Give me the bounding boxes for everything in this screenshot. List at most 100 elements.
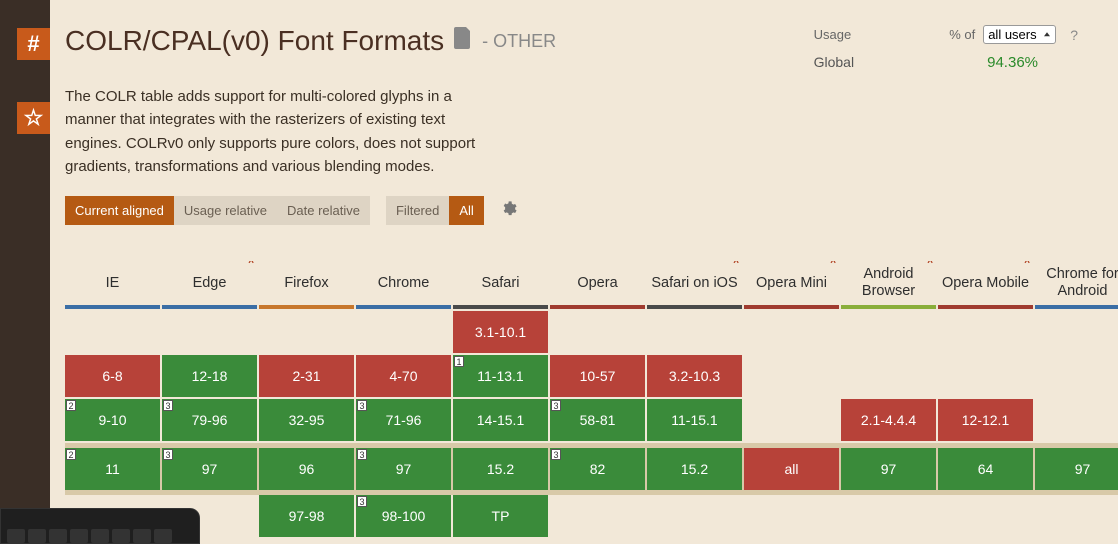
browser-header[interactable]: Opera Mini* bbox=[744, 261, 839, 305]
browser-header[interactable]: Safari bbox=[453, 261, 548, 305]
support-cell[interactable]: 3.2-10.3 bbox=[647, 355, 742, 397]
support-cell bbox=[65, 311, 160, 353]
hash-icon[interactable]: # bbox=[17, 28, 50, 60]
support-cell bbox=[744, 311, 839, 353]
support-cell bbox=[1035, 355, 1118, 397]
accent-bar bbox=[356, 305, 451, 309]
support-cell bbox=[647, 311, 742, 353]
accent-bar bbox=[65, 305, 160, 309]
browser-header[interactable]: Opera bbox=[550, 261, 645, 305]
support-cell[interactable]: 12-12.1 bbox=[938, 399, 1033, 441]
support-cell[interactable]: 10-57 bbox=[550, 355, 645, 397]
support-cell[interactable]: 3.1-10.1 bbox=[453, 311, 548, 353]
support-cell[interactable]: TP bbox=[453, 495, 548, 537]
support-cell bbox=[744, 355, 839, 397]
support-cell[interactable]: 97 bbox=[1035, 448, 1118, 490]
usage-label: Usage bbox=[814, 27, 852, 42]
support-cell[interactable]: 97-98 bbox=[259, 495, 354, 537]
feature-description: The COLR table adds support for multi-co… bbox=[65, 85, 505, 178]
support-cell[interactable]: 11-13.11 bbox=[453, 355, 548, 397]
usage-relative-button[interactable]: Usage relative bbox=[174, 196, 277, 225]
note-badge: 3 bbox=[357, 496, 367, 507]
support-cell bbox=[841, 311, 936, 353]
usage-select[interactable]: all users bbox=[983, 25, 1056, 44]
view-controls: Current aligned Usage relative Date rela… bbox=[65, 196, 1118, 225]
support-cell[interactable]: 32-95 bbox=[259, 399, 354, 441]
support-cell[interactable]: 98-1003 bbox=[356, 495, 451, 537]
pct-of-label: % of bbox=[949, 27, 975, 42]
note-badge: 2 bbox=[66, 449, 76, 460]
support-cell[interactable]: 6-8 bbox=[65, 355, 160, 397]
support-cell[interactable]: 96 bbox=[259, 448, 354, 490]
support-cell bbox=[744, 399, 839, 441]
support-cell bbox=[938, 495, 1033, 537]
browser-header[interactable]: Opera Mobile* bbox=[938, 261, 1033, 305]
support-cell[interactable]: all bbox=[744, 448, 839, 490]
note-badge: 3 bbox=[163, 449, 173, 460]
main-panel: COLR/CPAL(v0) Font Formats - OTHER Usage… bbox=[50, 0, 1118, 544]
support-cell[interactable]: 58-813 bbox=[550, 399, 645, 441]
support-cell[interactable]: 71-963 bbox=[356, 399, 451, 441]
note-badge: 2 bbox=[66, 400, 76, 411]
note-asterisk: * bbox=[1023, 261, 1031, 276]
support-cell[interactable]: 12-18 bbox=[162, 355, 257, 397]
support-cell bbox=[356, 311, 451, 353]
browser-header[interactable]: Firefox bbox=[259, 261, 354, 305]
browser-header[interactable]: IE bbox=[65, 261, 160, 305]
current-aligned-button[interactable]: Current aligned bbox=[65, 196, 174, 225]
browser-header[interactable]: Android Browser* bbox=[841, 261, 936, 305]
browser-header[interactable]: Safari on iOS* bbox=[647, 261, 742, 305]
support-cell bbox=[550, 495, 645, 537]
support-cell bbox=[841, 495, 936, 537]
support-cell[interactable]: 2-31 bbox=[259, 355, 354, 397]
filtered-button[interactable]: Filtered bbox=[386, 196, 449, 225]
accent-bar bbox=[453, 305, 548, 309]
gear-icon[interactable] bbox=[500, 200, 517, 222]
note-badge: 1 bbox=[454, 356, 464, 367]
note-badge: 3 bbox=[357, 400, 367, 411]
star-icon[interactable]: ☆ bbox=[17, 102, 50, 134]
browser-header[interactable]: Chrome for Android bbox=[1035, 261, 1118, 305]
support-cell bbox=[550, 311, 645, 353]
accent-bar bbox=[744, 305, 839, 309]
all-button[interactable]: All bbox=[449, 196, 483, 225]
accent-bar bbox=[162, 305, 257, 309]
support-cell[interactable]: 2.1-4.4.4 bbox=[841, 399, 936, 441]
note-badge: 3 bbox=[357, 449, 367, 460]
support-cell[interactable]: 9-102 bbox=[65, 399, 160, 441]
accent-bar bbox=[550, 305, 645, 309]
support-cell bbox=[938, 311, 1033, 353]
support-cell[interactable]: 4-70 bbox=[356, 355, 451, 397]
accent-bar bbox=[647, 305, 742, 309]
accent-bar bbox=[259, 305, 354, 309]
browser-header[interactable]: Chrome bbox=[356, 261, 451, 305]
support-cell[interactable]: 973 bbox=[162, 448, 257, 490]
support-cell[interactable]: 112 bbox=[65, 448, 160, 490]
note-asterisk: * bbox=[829, 261, 837, 276]
support-cell bbox=[1035, 311, 1118, 353]
keyboard-peek bbox=[0, 508, 200, 544]
support-cell[interactable]: 11-15.1 bbox=[647, 399, 742, 441]
support-cell[interactable]: 15.2 bbox=[453, 448, 548, 490]
support-cell bbox=[744, 495, 839, 537]
support-cell bbox=[1035, 399, 1118, 441]
support-cell bbox=[162, 311, 257, 353]
support-cell[interactable]: 15.2 bbox=[647, 448, 742, 490]
status-badge: - OTHER bbox=[482, 31, 556, 52]
note-badge: 3 bbox=[551, 400, 561, 411]
date-relative-button[interactable]: Date relative bbox=[277, 196, 370, 225]
global-label: Global bbox=[814, 54, 854, 71]
support-cell[interactable]: 14-15.1 bbox=[453, 399, 548, 441]
support-cell bbox=[1035, 495, 1118, 537]
support-cell[interactable]: 823 bbox=[550, 448, 645, 490]
support-cell[interactable]: 79-963 bbox=[162, 399, 257, 441]
accent-bar bbox=[1035, 305, 1118, 309]
support-cell[interactable]: 64 bbox=[938, 448, 1033, 490]
support-cell[interactable]: 973 bbox=[356, 448, 451, 490]
note-badge: 3 bbox=[551, 449, 561, 460]
accent-bar bbox=[841, 305, 936, 309]
browser-header[interactable]: Edge* bbox=[162, 261, 257, 305]
help-icon[interactable]: ? bbox=[1070, 27, 1078, 43]
support-cell[interactable]: 97 bbox=[841, 448, 936, 490]
spec-icon[interactable] bbox=[454, 27, 472, 55]
